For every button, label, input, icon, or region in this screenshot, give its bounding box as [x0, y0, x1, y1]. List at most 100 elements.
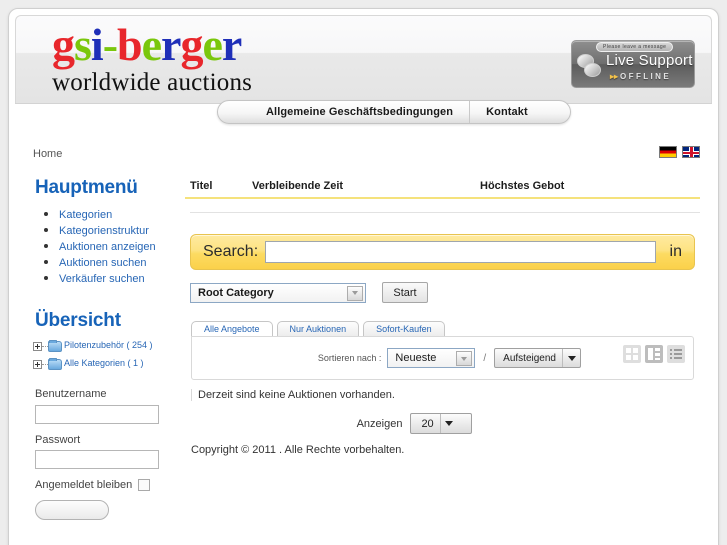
nav-strip: Allgemeine Geschäftsbedingungen Kontakt [15, 100, 712, 125]
start-button[interactable]: Start [382, 282, 428, 303]
logo-wordmark: gsi-berger [52, 22, 252, 68]
list-item: Verkäufer suchen [59, 271, 173, 286]
sort-controls: Sortieren nach : Neueste / Aufsteigend [318, 348, 581, 368]
sidebar-item-verkaeufer-suchen[interactable]: Verkäufer suchen [59, 273, 145, 285]
body-columns: Hauptmenü Kategorien Kategorienstruktur … [9, 171, 718, 523]
username-input[interactable] [35, 404, 159, 424]
tree-node-label[interactable]: Pilotenzubehör ( 254 ) [64, 340, 153, 351]
copyright-text: Copyright © 2011 . Alle Rechte vorbehalt… [191, 444, 405, 456]
sidebar-main-menu-title: Hauptmenü [35, 177, 138, 198]
tab-sofort-kaufen[interactable]: Sofort-Kaufen [363, 321, 445, 336]
logo-letter: r [161, 19, 181, 70]
site-shell: gsi-berger worldwide auctions Please lea… [8, 8, 719, 545]
logo-letter: i [90, 19, 104, 70]
list-item: Kategorien [59, 207, 173, 222]
german-flag-icon[interactable] [659, 146, 677, 158]
expand-plus-icon[interactable] [33, 360, 42, 369]
password-label: Passwort [35, 433, 81, 446]
login-form: Benutzername Passwort Angemeldet bleiben [27, 388, 173, 523]
uk-flag-icon[interactable] [682, 146, 700, 158]
logo-letter: - [102, 19, 118, 70]
column-header-verbleibende-zeit: Verbleibende Zeit [252, 180, 344, 192]
live-support-widget[interactable]: Please leave a message Live Support ▸▸ OF… [571, 40, 695, 88]
sort-field-value: Neueste [395, 352, 437, 364]
sort-field-select[interactable]: Neueste [387, 348, 476, 368]
logo-letter: r [221, 19, 242, 70]
tab-panel: Sortieren nach : Neueste / Aufsteigend [191, 336, 694, 380]
live-support-orb-icon [577, 53, 603, 79]
live-support-bubble-text: Please leave a message [596, 42, 674, 52]
divider [190, 212, 700, 213]
tab-alle-angebote[interactable]: Alle Angebote [191, 321, 273, 336]
folder-icon [48, 358, 62, 370]
auction-column-headers: Titel Verbleibende Zeit Höchstes Gebot [185, 171, 700, 199]
nav-item-kontakt[interactable]: Kontakt [470, 101, 570, 123]
username-label: Benutzername [35, 388, 107, 400]
page-root: gsi-berger worldwide auctions Please lea… [0, 0, 727, 545]
sidebar: Hauptmenü Kategorien Kategorienstruktur … [27, 171, 179, 523]
remember-me-label: Angemeldet bleiben [35, 479, 133, 491]
tab-nur-auktionen[interactable]: Nur Auktionen [276, 321, 360, 336]
category-select[interactable]: Root Category [190, 282, 366, 303]
logo-tagline: worldwide auctions [52, 69, 253, 96]
grid-view-icon[interactable] [623, 345, 641, 363]
column-header-hoechstes-gebot: Höchstes Gebot [480, 180, 565, 192]
sidebar-item-kategorienstruktur[interactable]: Kategorienstruktur [59, 225, 149, 237]
site-logo[interactable]: gsi-berger worldwide auctions [52, 22, 253, 96]
sort-direction-select[interactable]: Aufsteigend [494, 348, 581, 368]
search-label: Search: [203, 243, 259, 260]
offer-tabs: Alle Angebote Nur Auktionen Sofort-Kaufe… [191, 321, 700, 336]
double-arrow-icon: ▸▸ [610, 72, 619, 81]
logo-letter: g [52, 19, 75, 70]
nav-item-agb[interactable]: Allgemeine Geschäftsbedingungen [218, 101, 471, 123]
per-page-value: 20 [421, 417, 434, 430]
password-input[interactable] [35, 450, 159, 469]
per-page-select[interactable]: 20 [410, 413, 473, 434]
tree-node[interactable]: Pilotenzubehör ( 254 ) [33, 340, 173, 352]
site-header: gsi-berger worldwide auctions Please lea… [15, 15, 712, 103]
remember-me-checkbox[interactable] [138, 479, 151, 491]
search-bar: Search: in [190, 234, 695, 270]
chevron-down-icon [439, 414, 458, 433]
sidebar-item-kategorien[interactable]: Kategorien [59, 209, 112, 221]
per-page-row: Anzeigen 20 [185, 413, 644, 434]
sidebar-item-auktionen-suchen[interactable]: Auktionen suchen [59, 257, 146, 269]
chevron-down-icon [347, 285, 363, 301]
category-tree: Pilotenzubehör ( 254 ) Alle Kategorien (… [33, 340, 173, 370]
login-submit-button[interactable] [35, 500, 109, 520]
language-switcher [659, 146, 700, 158]
live-support-status-text: OFFLINE [620, 72, 672, 81]
empty-results-message: Derzeit sind keine Auktionen vorhanden. [191, 389, 700, 401]
tree-node[interactable]: Alle Kategorien ( 1 ) [33, 358, 173, 370]
live-support-title: Live Support [606, 52, 693, 69]
category-select-value: Root Category [198, 286, 274, 299]
logo-letter: e [202, 19, 222, 70]
search-in-label: in [669, 243, 682, 260]
sort-separator: / [483, 352, 487, 364]
category-filter-row: Root Category Start [190, 282, 700, 303]
column-header-titel: Titel [190, 180, 213, 192]
sort-label: Sortieren nach : [317, 353, 382, 363]
logo-letter: e [141, 19, 162, 70]
logo-letter: b [117, 19, 143, 70]
tree-node-label[interactable]: Alle Kategorien ( 1 ) [64, 358, 144, 369]
sidebar-main-menu-list: Kategorien Kategorienstruktur Auktionen … [45, 207, 173, 286]
list-view-icon[interactable] [645, 345, 663, 363]
main-content: Titel Verbleibende Zeit Höchstes Gebot S… [179, 171, 700, 523]
nav-pill: Allgemeine Geschäftsbedingungen Kontakt [217, 100, 571, 124]
list-item: Kategorienstruktur [59, 223, 173, 238]
search-input[interactable] [265, 241, 656, 263]
sort-direction-value: Aufsteigend [503, 352, 556, 364]
breadcrumb-row: Home [9, 137, 718, 171]
sidebar-item-auktionen-anzeigen[interactable]: Auktionen anzeigen [59, 241, 156, 253]
list-item: Auktionen suchen [59, 255, 173, 270]
chevron-down-icon [456, 351, 473, 366]
compact-view-icon[interactable] [667, 345, 685, 363]
chevron-down-icon [562, 349, 580, 367]
remember-me-row[interactable]: Angemeldet bleiben [35, 479, 173, 491]
logo-letter: s [74, 19, 92, 70]
breadcrumb-home[interactable]: Home [33, 148, 62, 160]
expand-plus-icon[interactable] [33, 342, 42, 351]
live-support-status: ▸▸ OFFLINE [610, 72, 671, 81]
folder-icon [48, 340, 62, 352]
